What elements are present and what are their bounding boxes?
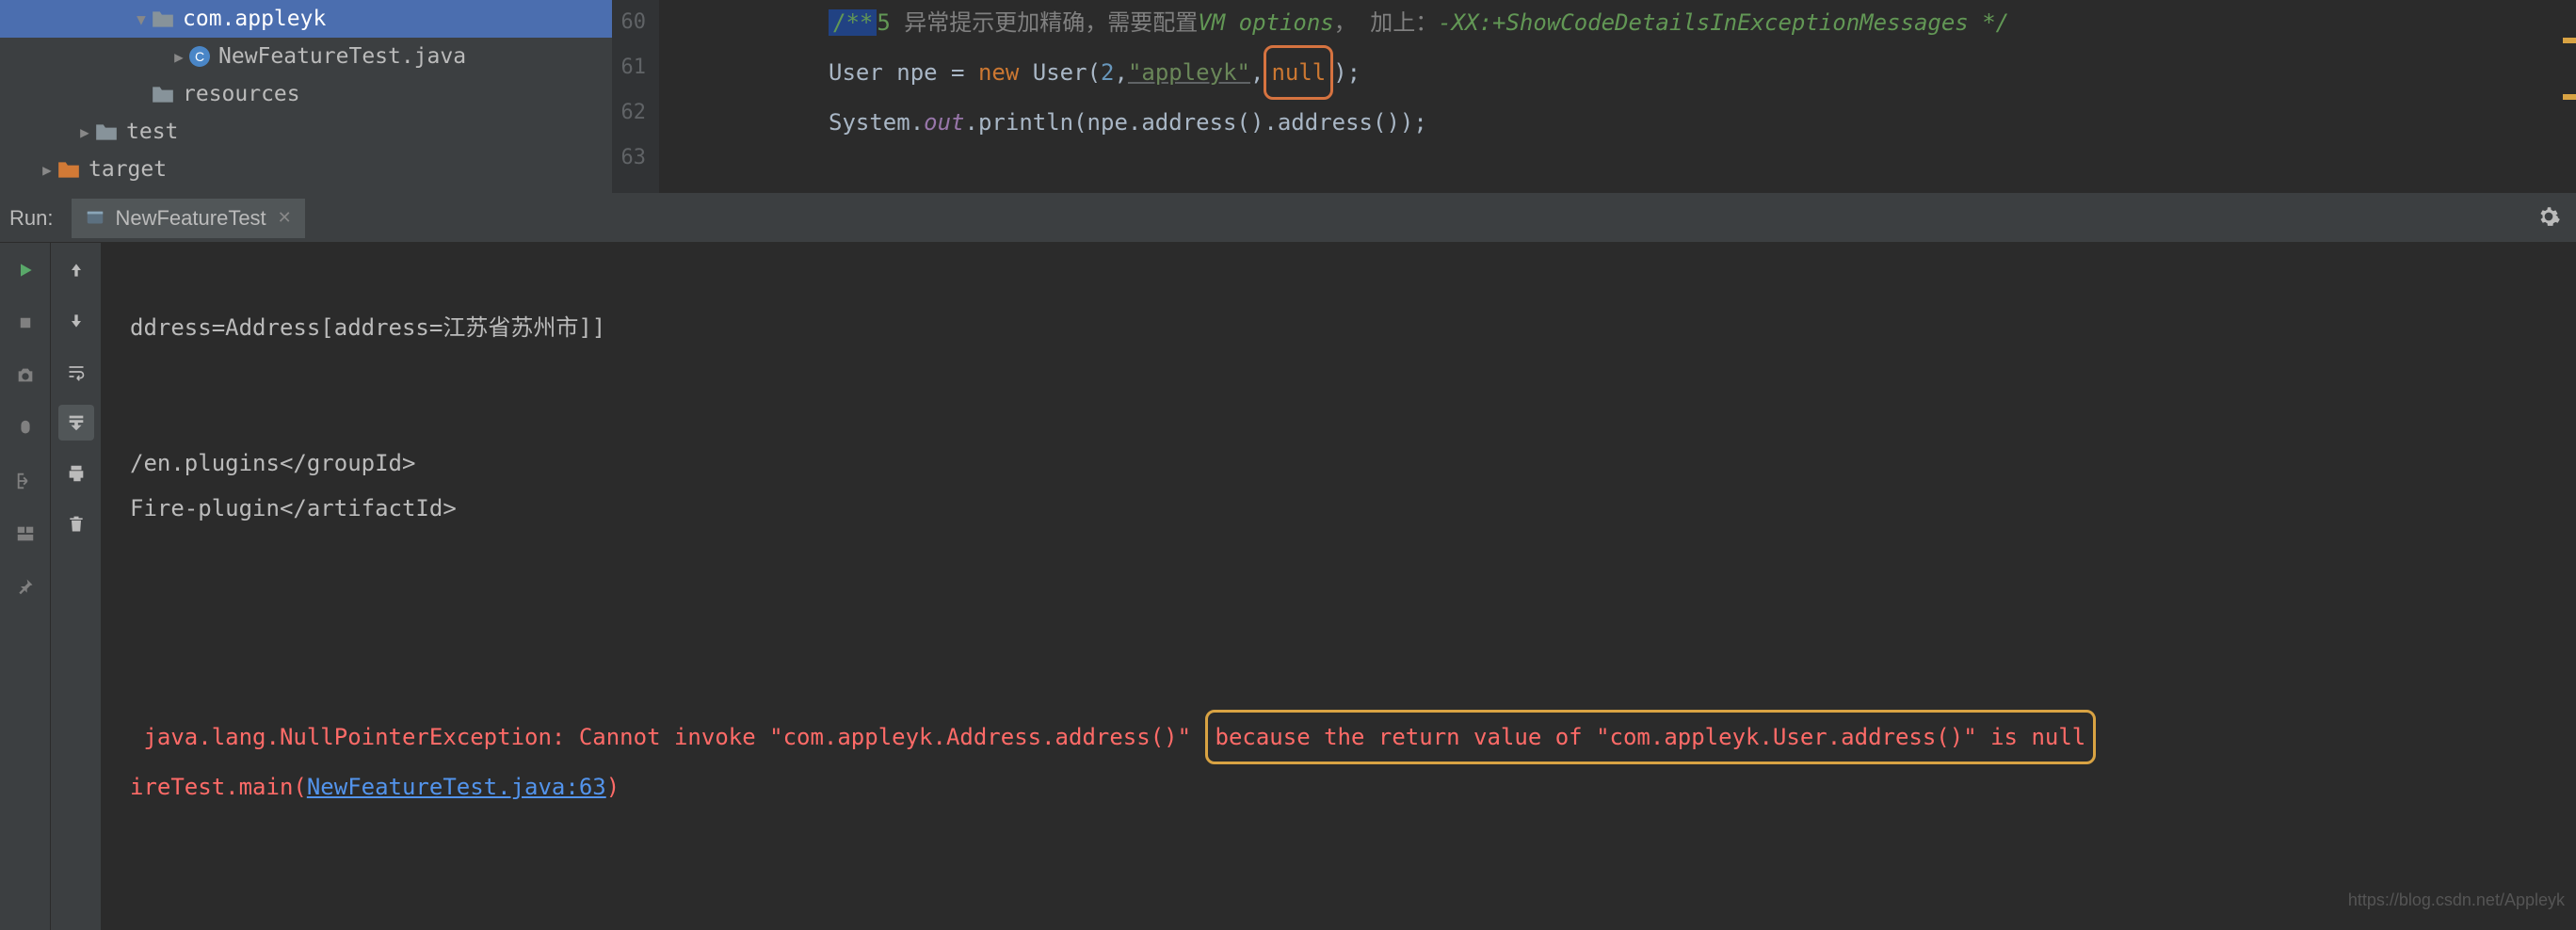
run-button[interactable] — [8, 252, 43, 288]
project-tree[interactable]: ▼ com.appleyk ▶ C NewFeatureTest.java re… — [0, 0, 612, 193]
camera-icon[interactable] — [8, 358, 43, 393]
code-line: User npe = new User(2,"appleyk",null); — [829, 45, 2576, 100]
scroll-to-end-icon[interactable] — [58, 405, 94, 441]
pin-icon[interactable] — [8, 569, 43, 604]
run-label: Run: — [9, 206, 53, 231]
console-line: Fire-plugin</artifactId> — [130, 486, 2576, 531]
stop-button[interactable] — [8, 305, 43, 341]
code-line: /**5 异常提示更加精确，需要配置VM options， 加上：-XX:+Sh… — [829, 0, 2576, 45]
run-toolbar-left — [0, 243, 51, 930]
close-icon[interactable]: ✕ — [278, 208, 292, 228]
tree-item-file[interactable]: ▶ C NewFeatureTest.java — [0, 38, 612, 75]
code-area[interactable]: /**5 异常提示更加精确，需要配置VM options， 加上：-XX:+Sh… — [659, 0, 2576, 193]
chevron-down-icon: ▼ — [132, 10, 151, 28]
run-tab-bar: Run: NewFeatureTest ✕ — [0, 194, 2576, 243]
tree-item-resources[interactable]: resources — [0, 75, 612, 113]
debug-icon[interactable] — [8, 410, 43, 446]
tree-label: com.appleyk — [183, 7, 326, 31]
console-line: ddress=Address[address=江苏省苏州市]] — [130, 305, 2576, 350]
tree-label: test — [126, 120, 178, 144]
up-arrow-icon[interactable] — [58, 252, 94, 288]
chevron-right-icon: ▶ — [169, 48, 188, 66]
console-error-line: java.lang.NullPointerException: Cannot i… — [130, 710, 2576, 764]
run-tab[interactable]: NewFeatureTest ✕ — [72, 199, 304, 238]
print-icon[interactable] — [58, 456, 94, 491]
layout-icon[interactable] — [8, 516, 43, 552]
exit-icon[interactable] — [8, 463, 43, 499]
editor-area[interactable]: 60 61 62 63 /**5 异常提示更加精确，需要配置VM options… — [612, 0, 2576, 193]
wrap-icon[interactable] — [58, 354, 94, 390]
code-line: System.out.println(npe.address().address… — [829, 100, 2576, 145]
folder-icon — [151, 8, 175, 29]
chevron-right-icon: ▶ — [75, 123, 94, 141]
tab-label: NewFeatureTest — [115, 206, 266, 231]
chevron-right-icon: ▶ — [38, 161, 56, 179]
tree-item-package[interactable]: ▼ com.appleyk — [0, 0, 612, 38]
folder-icon — [94, 121, 119, 142]
settings-icon[interactable] — [2536, 204, 2561, 232]
console-error-line: ireTest.main(NewFeatureTest.java:63) — [130, 764, 2576, 810]
run-config-icon — [85, 208, 105, 229]
tree-label: target — [89, 157, 167, 182]
java-file-icon: C — [188, 45, 211, 68]
tree-label: NewFeatureTest.java — [218, 44, 466, 69]
svg-text:C: C — [195, 49, 204, 64]
watermark: https://blog.csdn.net/Appleyk — [2348, 877, 2565, 922]
tree-item-test[interactable]: ▶ test — [0, 113, 612, 151]
tree-label: resources — [183, 82, 300, 106]
run-toolbar-secondary — [51, 243, 102, 930]
editor-marks — [2563, 38, 2576, 151]
trash-icon[interactable] — [58, 506, 94, 542]
folder-icon — [151, 84, 175, 104]
stacktrace-link[interactable]: NewFeatureTest.java:63 — [307, 774, 606, 800]
folder-icon — [56, 159, 81, 180]
tree-item-target[interactable]: ▶ target — [0, 151, 612, 188]
down-arrow-icon[interactable] — [58, 303, 94, 339]
line-gutter: 60 61 62 63 — [612, 0, 659, 193]
console-output[interactable]: ddress=Address[address=江苏省苏州市]] /en.plug… — [102, 243, 2576, 930]
console-line: /en.plugins</groupId> — [130, 441, 2576, 486]
